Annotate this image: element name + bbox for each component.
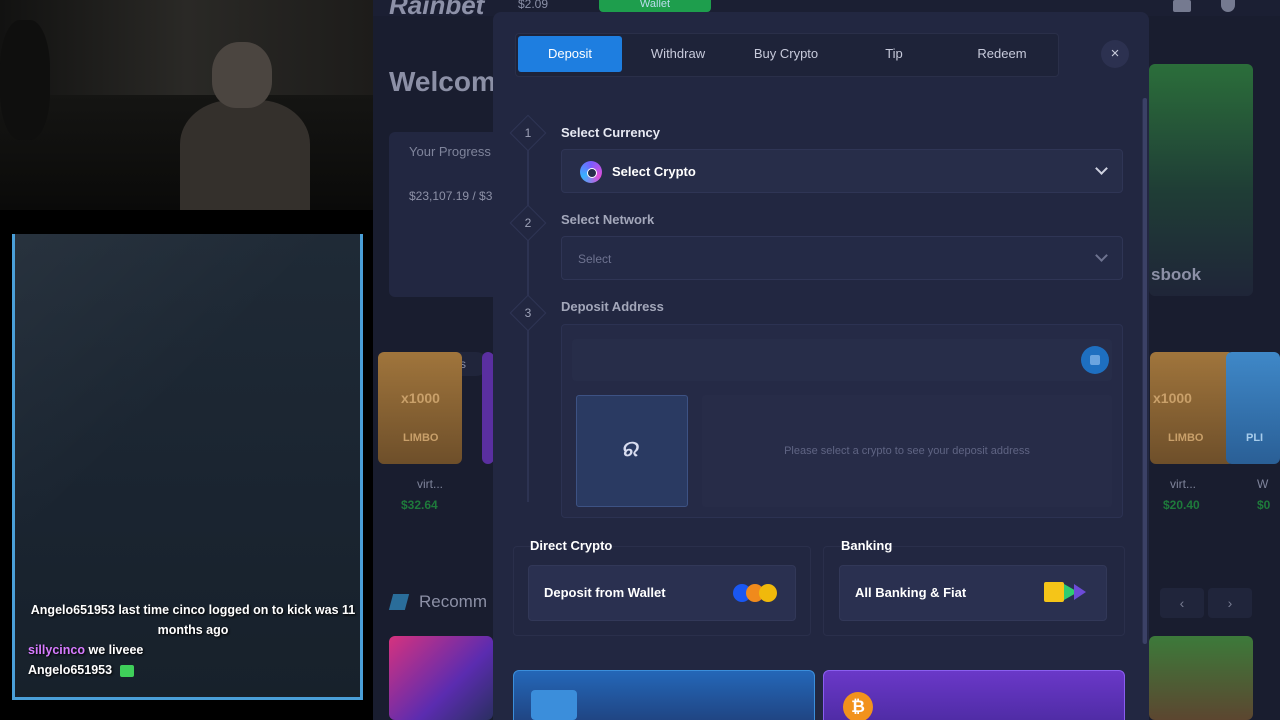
chat-text: last time cinco logged on to kick was 11…	[118, 603, 356, 637]
sportsbook-card[interactable]	[1149, 64, 1253, 296]
deposit-steps: 1 Select Currency Select Crypto 2 Select…	[509, 98, 1135, 538]
chevron-down-icon	[1095, 249, 1108, 262]
win-amount: $0	[1257, 498, 1271, 512]
webcam-wall	[0, 0, 373, 100]
gift-card-icon	[531, 690, 577, 720]
tile-label: LIMBO	[403, 432, 439, 444]
tile-label: PLI	[1246, 432, 1264, 444]
banking-fiat-label: All Banking & Fiat	[855, 585, 967, 600]
wallet-button[interactable]: Wallet	[599, 0, 711, 12]
tab-tip[interactable]: Tip	[842, 36, 946, 72]
tab-redeem[interactable]: Redeem	[950, 36, 1054, 72]
copy-icon[interactable]	[1081, 346, 1109, 374]
balance-display[interactable]: $2.09	[518, 0, 548, 11]
chevron-down-icon	[1095, 162, 1108, 175]
direct-crypto-title: Direct Crypto	[530, 538, 613, 553]
rainbet-logo-icon: ର	[621, 436, 638, 461]
chat-overlay: Angelo651953 last time cinco logged on t…	[28, 600, 358, 680]
carousel-next-button[interactable]: ›	[1208, 588, 1252, 618]
win-username: W	[1257, 477, 1269, 491]
step-badge: 3	[509, 294, 547, 332]
step-badge: 2	[509, 204, 547, 242]
step-number: 3	[524, 306, 532, 320]
close-button[interactable]: ×	[1101, 40, 1129, 68]
chat-username: Angelo651953	[28, 663, 113, 677]
network-select-placeholder: Select	[578, 252, 612, 266]
deposit-modal: Deposit Withdraw Buy Crypto Tip Redeem ×…	[493, 12, 1149, 720]
screen: Angelo651953 last time cinco logged on t…	[0, 0, 1280, 720]
deposit-from-wallet-button[interactable]: Deposit from Wallet	[528, 565, 796, 621]
win-username: virt...	[1170, 477, 1196, 491]
progress-value: $23,107.19 / $3	[409, 189, 493, 203]
welcome-heading: Welcom	[389, 66, 496, 97]
win-amount: $20.40	[1163, 498, 1200, 512]
step-label: Deposit Address	[561, 299, 664, 314]
step-badge: 1	[509, 114, 547, 152]
tile-multiplier: x1000	[401, 390, 440, 406]
wallet-logos-icon	[733, 584, 779, 604]
step-number: 1	[524, 126, 532, 140]
currency-select-value: Select Crypto	[612, 164, 696, 179]
step-label: Select Network	[561, 212, 655, 227]
progress-title: Your Progress	[409, 144, 491, 159]
tab-withdraw[interactable]: Withdraw	[626, 36, 730, 72]
tab-buy-crypto[interactable]: Buy Crypto	[734, 36, 838, 72]
crypto-icon	[580, 161, 602, 183]
banking-fiat-button[interactable]: All Banking & Fiat	[839, 565, 1107, 621]
banking-title: Banking	[841, 538, 893, 553]
interac-icon	[1044, 582, 1088, 604]
deposit-address-box: ର Please select a crypto to see your dep…	[561, 324, 1123, 518]
modal-tabs: Deposit Withdraw Buy Crypto Tip Redeem	[515, 33, 1059, 77]
webcam-feed	[0, 0, 373, 210]
tile-multiplier: x1000	[1153, 390, 1192, 406]
game-thumbnail[interactable]	[1149, 636, 1253, 720]
bitcoin-icon: ₿	[843, 692, 873, 720]
tile-label: LIMBO	[1168, 432, 1204, 444]
recommended-heading: Recomm	[419, 592, 488, 611]
chat-username: sillycinco	[28, 643, 85, 657]
gift-icon[interactable]	[1173, 0, 1191, 12]
network-select[interactable]: Select	[561, 236, 1123, 280]
chat-message: sillycinco we liveee	[28, 640, 358, 660]
carousel-prev-button[interactable]: ‹	[1160, 588, 1204, 618]
step-label: Select Currency	[561, 125, 660, 140]
deposit-from-wallet-label: Deposit from Wallet	[544, 585, 666, 600]
game-tile[interactable]	[1226, 352, 1280, 464]
webcam-arm	[0, 20, 50, 140]
deposit-address-message: Please select a crypto to see your depos…	[702, 395, 1112, 507]
emote-icon	[119, 664, 134, 677]
win-username: virt...	[417, 477, 443, 491]
binance-icon	[759, 584, 777, 602]
chat-text: we liveee	[88, 643, 144, 657]
webcam-person-head	[212, 42, 272, 108]
win-amount: $32.64	[401, 498, 438, 512]
site-logo[interactable]: Rainbet	[389, 0, 484, 21]
currency-select[interactable]: Select Crypto	[561, 149, 1123, 193]
recommended-icon	[388, 594, 410, 610]
game-tile[interactable]	[378, 352, 462, 464]
step-number: 2	[524, 216, 532, 230]
chat-message: Angelo651953 last time cinco logged on t…	[28, 600, 358, 640]
deposit-address-field[interactable]	[572, 339, 1112, 381]
tab-deposit[interactable]: Deposit	[518, 36, 622, 72]
game-tile[interactable]	[1150, 352, 1234, 464]
chat-message: Angelo651953	[28, 660, 358, 680]
game-thumbnail[interactable]	[389, 636, 493, 720]
scrollbar-thumb[interactable]	[1143, 98, 1147, 644]
webcam-person-body	[180, 100, 310, 210]
qr-code-placeholder: ର	[576, 395, 688, 507]
sportsbook-label: sbook	[1151, 265, 1202, 284]
chat-username: Angelo651953	[30, 603, 115, 617]
